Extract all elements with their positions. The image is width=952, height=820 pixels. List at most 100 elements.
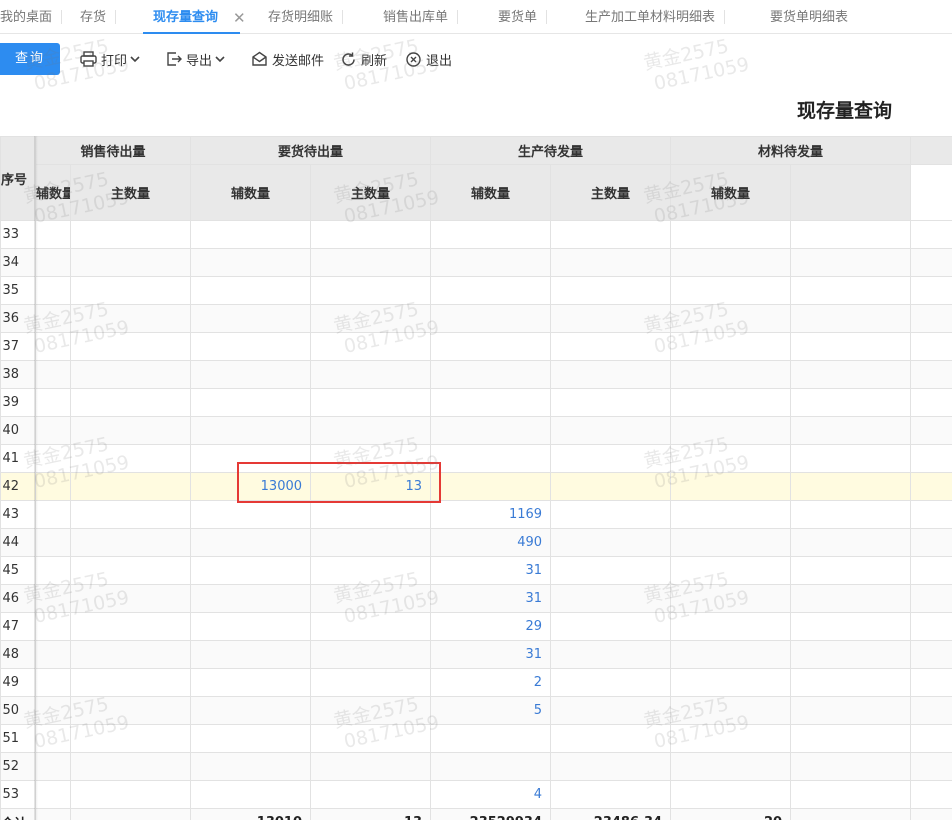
cell-req-main[interactable] bbox=[190, 584, 312, 613]
table-row[interactable]: 48 31 bbox=[0, 640, 952, 669]
cell-mat-aux[interactable] bbox=[790, 444, 912, 473]
row-seq[interactable]: 47 bbox=[0, 612, 36, 641]
cell-prod-aux[interactable] bbox=[550, 220, 672, 249]
cell-next[interactable] bbox=[910, 584, 952, 613]
cell-mat-main[interactable] bbox=[670, 696, 792, 725]
cell-req-main[interactable] bbox=[190, 696, 312, 725]
cell-mat-aux[interactable] bbox=[790, 724, 912, 753]
row-seq[interactable]: 37 bbox=[0, 332, 36, 361]
cell-req-aux[interactable]: 13 bbox=[310, 472, 432, 501]
cell-req-aux[interactable] bbox=[310, 388, 432, 417]
cell-req-main[interactable] bbox=[190, 640, 312, 669]
cell-req-aux[interactable] bbox=[310, 444, 432, 473]
cell-next[interactable] bbox=[910, 612, 952, 641]
cell-prod-aux[interactable] bbox=[550, 332, 672, 361]
row-seq[interactable]: 33 bbox=[0, 220, 36, 249]
cell-sales-aux[interactable] bbox=[69, 640, 192, 669]
cell-req-main[interactable] bbox=[190, 528, 312, 557]
tab-stock-query[interactable]: 现存量查询 bbox=[143, 0, 241, 34]
cell-sales-main[interactable] bbox=[35, 248, 71, 277]
cell-sales-aux[interactable] bbox=[69, 752, 192, 781]
row-seq[interactable]: 41 bbox=[0, 444, 36, 473]
table-row[interactable]: 39 bbox=[0, 388, 952, 417]
tab-inventory[interactable]: 存货 bbox=[80, 0, 117, 34]
cell-sales-main[interactable] bbox=[35, 724, 71, 753]
cell-req-main[interactable] bbox=[190, 612, 312, 641]
cell-sales-aux[interactable] bbox=[69, 668, 192, 697]
cell-req-aux[interactable] bbox=[310, 612, 432, 641]
cell-prod-main[interactable]: 5 bbox=[430, 696, 552, 725]
cell-req-aux[interactable] bbox=[310, 332, 432, 361]
cell-mat-main[interactable] bbox=[670, 248, 792, 277]
cell-prod-aux[interactable] bbox=[550, 528, 672, 557]
col-header-mat-main[interactable]: 主数量 bbox=[550, 164, 672, 221]
table-row[interactable]: 38 bbox=[0, 360, 952, 389]
col-header-req-aux[interactable]: 辅数量 bbox=[190, 164, 312, 221]
cell-sales-aux[interactable] bbox=[69, 556, 192, 585]
cell-mat-aux[interactable] bbox=[790, 668, 912, 697]
row-seq[interactable]: 46 bbox=[0, 584, 36, 613]
cell-req-main[interactable] bbox=[190, 332, 312, 361]
cell-req-aux[interactable] bbox=[310, 360, 432, 389]
table-row[interactable]: 50 5 bbox=[0, 696, 952, 725]
print-button[interactable]: 打印 bbox=[80, 48, 144, 70]
table-row[interactable]: 35 bbox=[0, 276, 952, 305]
cell-req-aux[interactable] bbox=[310, 416, 432, 445]
cell-sales-aux[interactable] bbox=[69, 780, 192, 809]
cell-next[interactable] bbox=[910, 528, 952, 557]
cell-next[interactable] bbox=[910, 500, 952, 529]
seq-header[interactable]: 序号 bbox=[0, 136, 36, 221]
cell-prod-main[interactable]: 31 bbox=[430, 640, 552, 669]
exit-button[interactable]: 退出 bbox=[405, 48, 452, 70]
col-header-prod-main[interactable]: 主数量 bbox=[310, 164, 432, 221]
cell-prod-main[interactable]: 4 bbox=[430, 780, 552, 809]
cell-mat-main[interactable] bbox=[670, 668, 792, 697]
cell-next[interactable] bbox=[910, 304, 952, 333]
cell-sales-main[interactable] bbox=[35, 668, 71, 697]
cell-req-main[interactable] bbox=[190, 500, 312, 529]
cell-req-aux[interactable] bbox=[310, 556, 432, 585]
cell-sales-main[interactable] bbox=[35, 472, 71, 501]
cell-next[interactable] bbox=[910, 276, 952, 305]
cell-prod-main[interactable] bbox=[430, 472, 552, 501]
cell-prod-aux[interactable] bbox=[550, 696, 672, 725]
table-row[interactable]: 36 bbox=[0, 304, 952, 333]
cell-mat-aux[interactable] bbox=[790, 472, 912, 501]
cell-prod-aux[interactable] bbox=[550, 276, 672, 305]
cell-req-aux[interactable] bbox=[310, 640, 432, 669]
cell-mat-aux[interactable] bbox=[790, 248, 912, 277]
cell-req-aux[interactable] bbox=[310, 276, 432, 305]
cell-sales-main[interactable] bbox=[35, 444, 71, 473]
cell-sales-aux[interactable] bbox=[69, 500, 192, 529]
cell-req-aux[interactable] bbox=[310, 528, 432, 557]
query-button[interactable]: 查询 bbox=[0, 43, 60, 75]
row-seq[interactable]: 39 bbox=[0, 388, 36, 417]
cell-mat-main[interactable] bbox=[670, 472, 792, 501]
cell-prod-aux[interactable] bbox=[550, 640, 672, 669]
cell-prod-main[interactable] bbox=[430, 752, 552, 781]
cell-prod-main[interactable] bbox=[430, 388, 552, 417]
cell-mat-main[interactable] bbox=[670, 500, 792, 529]
cell-sales-main[interactable] bbox=[35, 556, 71, 585]
cell-mat-main[interactable] bbox=[670, 752, 792, 781]
cell-prod-main[interactable]: 31 bbox=[430, 584, 552, 613]
cell-mat-aux[interactable] bbox=[790, 416, 912, 445]
close-icon[interactable]: ✕ bbox=[233, 0, 246, 36]
tab-production-materials[interactable]: 生产加工单材料明细表 bbox=[585, 0, 726, 34]
cell-req-aux[interactable] bbox=[310, 724, 432, 753]
table-row[interactable]: 42 13000 13 bbox=[0, 472, 952, 501]
tab-requisition[interactable]: 要货单 bbox=[498, 0, 548, 34]
cell-sales-aux[interactable] bbox=[69, 472, 192, 501]
cell-req-main[interactable] bbox=[190, 416, 312, 445]
cell-prod-main[interactable] bbox=[430, 304, 552, 333]
tab-my-desktop[interactable]: 我的桌面 bbox=[0, 0, 63, 34]
row-seq[interactable]: 51 bbox=[0, 724, 36, 753]
table-row[interactable]: 47 29 bbox=[0, 612, 952, 641]
cell-sales-main[interactable] bbox=[35, 612, 71, 641]
cell-prod-aux[interactable] bbox=[550, 556, 672, 585]
cell-mat-main[interactable] bbox=[670, 360, 792, 389]
cell-req-main[interactable] bbox=[190, 556, 312, 585]
cell-mat-main[interactable] bbox=[670, 416, 792, 445]
cell-sales-aux[interactable] bbox=[69, 724, 192, 753]
cell-prod-aux[interactable] bbox=[550, 388, 672, 417]
